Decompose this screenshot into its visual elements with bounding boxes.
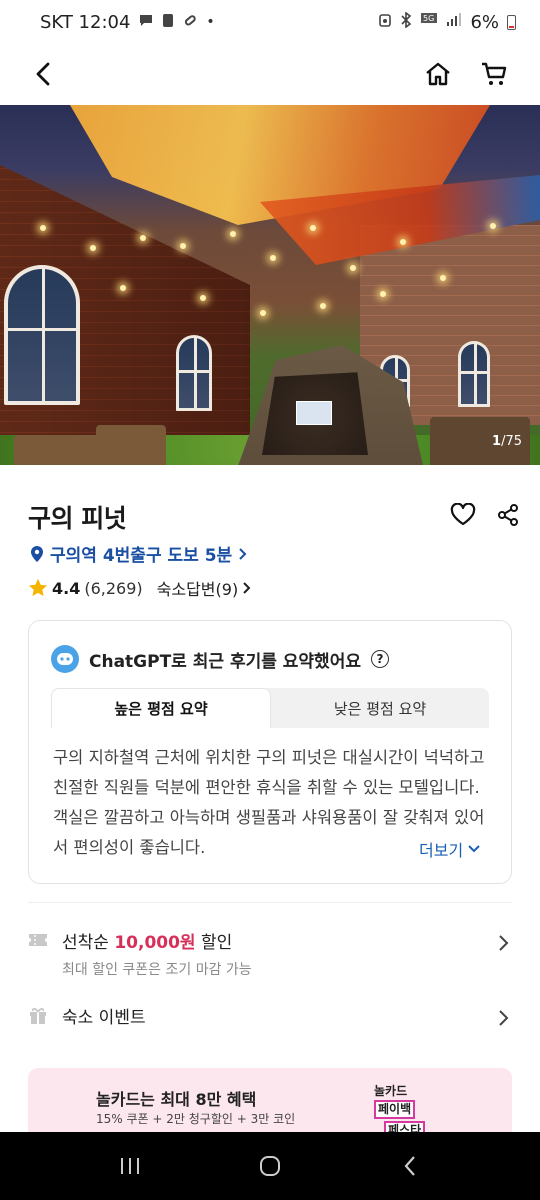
coupon-prefix: 선착순: [62, 933, 115, 953]
chevron-right-icon: [239, 547, 247, 560]
back-nav-button[interactable]: [380, 1136, 440, 1196]
share-button[interactable]: [496, 503, 520, 531]
ai-summary-title: ChatGPT로 최근 후기를 요약했어요: [89, 651, 361, 672]
owner-replies-link[interactable]: 숙소답변(9): [157, 576, 253, 600]
photo-chair: [14, 435, 106, 465]
banner-sub: 15% 쿠폰 + 2만 청구할인 + 3만 코인: [96, 1112, 296, 1126]
wishlist-button[interactable]: [450, 502, 476, 531]
review-count[interactable]: (6,269): [84, 579, 142, 598]
battery-icon: [507, 14, 516, 30]
home-button[interactable]: [416, 52, 460, 96]
banner-logo-line2: 페이백: [374, 1100, 416, 1119]
battery-percent: 6%: [470, 11, 499, 33]
location-link[interactable]: 구의역 4번출구 도보 5분: [30, 541, 248, 566]
rating-row: 4.4 (6,269) 숙소답변(9): [28, 576, 252, 600]
ai-summary-header: ChatGPT로 최근 후기를 요약했어요 ?: [51, 645, 389, 673]
chatbot-icon: [51, 645, 79, 673]
banner-title: 놀카드는 최대 8만 혜택: [96, 1090, 257, 1109]
banner-logo-line1: 놀카드: [374, 1084, 408, 1098]
app-header: [0, 44, 540, 104]
recent-apps-button[interactable]: [100, 1136, 160, 1196]
event-label: 숙소 이벤트: [62, 1008, 146, 1028]
more-button[interactable]: 더보기: [419, 837, 482, 861]
back-arrow-icon: [36, 62, 50, 86]
back-chevron-icon: [404, 1156, 415, 1176]
status-time: SKT 12:04: [40, 11, 131, 33]
summary-tabs: 높은 평점 요약 낮은 평점 요약: [51, 688, 489, 728]
property-photo-gallery[interactable]: 1/75: [0, 105, 540, 465]
coupon-label: 선착순 10,000원 할인: [62, 928, 252, 953]
chat-bubble-icon: [138, 12, 154, 32]
status-bar: SKT 12:04 • 5G 6%: [0, 0, 540, 44]
photo-counter-total: 75: [505, 434, 522, 449]
coupon-icon: [29, 934, 47, 946]
share-icon: [498, 504, 518, 526]
nolcard-promo-banner[interactable]: 놀카드는 최대 8만 혜택 15% 쿠폰 + 2만 청구할인 + 3만 코인 놀…: [28, 1068, 512, 1140]
tab-low-rating-summary[interactable]: 낮은 평점 요약: [271, 688, 489, 728]
signal-icon: [446, 13, 462, 31]
svg-text:5G: 5G: [423, 14, 434, 23]
title-row: 구의 피넛: [28, 495, 520, 539]
tab-high-rating-summary[interactable]: 높은 평점 요약: [51, 688, 271, 728]
coupon-row[interactable]: 선착순 10,000원 할인 최대 할인 쿠폰은 조기 마감 가능: [28, 928, 512, 979]
photo-window: [176, 335, 212, 411]
home-nav-button[interactable]: [240, 1136, 300, 1196]
home-circle-icon: [260, 1156, 280, 1176]
section-divider: [28, 902, 512, 903]
help-icon[interactable]: ?: [370, 650, 389, 668]
link-icon: [182, 12, 198, 32]
banner-logo: 놀카드 페이백 페스타: [374, 1084, 446, 1140]
dot-icon: •: [206, 14, 215, 30]
heart-icon: [450, 502, 476, 526]
cart-icon: [482, 62, 507, 85]
photo-counter: 1/75: [492, 434, 522, 449]
ai-review-summary-card: ChatGPT로 최근 후기를 요약했어요 ? 높은 평점 요약 낮은 평점 요…: [28, 620, 512, 884]
bluetooth-icon: [400, 11, 412, 32]
photo-projector-screen: [296, 401, 332, 425]
sim-icon: [162, 13, 174, 32]
photo-window: [458, 341, 490, 407]
coupon-sub: 최대 할인 쿠폰은 조기 마감 가능: [62, 962, 252, 978]
photo-string-lights: [0, 215, 540, 335]
location-text: 구의역 4번출구 도보 5분: [50, 546, 233, 566]
chevron-right-icon: [499, 935, 509, 951]
coupon-suffix: 할인: [195, 933, 233, 953]
recent-apps-icon: [121, 1158, 139, 1174]
photo-chair: [96, 425, 166, 465]
chevron-down-icon: [468, 845, 480, 853]
home-icon: [426, 62, 450, 86]
system-nav-bar: [0, 1132, 540, 1200]
coupon-amount: 10,000원: [114, 933, 196, 953]
chevron-right-icon: [243, 582, 251, 594]
star-icon: [29, 579, 47, 596]
gift-icon: [30, 1007, 46, 1024]
photo-counter-current: 1: [492, 434, 502, 449]
more-label: 더보기: [419, 841, 464, 860]
owner-replies-label: 숙소답변(9): [156, 580, 239, 599]
cart-button[interactable]: [472, 52, 516, 96]
chevron-right-icon: [499, 1010, 509, 1026]
alarm-icon: [378, 12, 392, 32]
location-pin-icon: [31, 545, 43, 562]
rating-score: 4.4: [52, 578, 81, 598]
5g-icon: 5G: [420, 12, 438, 32]
event-row[interactable]: 숙소 이벤트: [28, 1003, 512, 1028]
property-title: 구의 피넛: [28, 504, 127, 533]
back-button[interactable]: [22, 52, 66, 96]
